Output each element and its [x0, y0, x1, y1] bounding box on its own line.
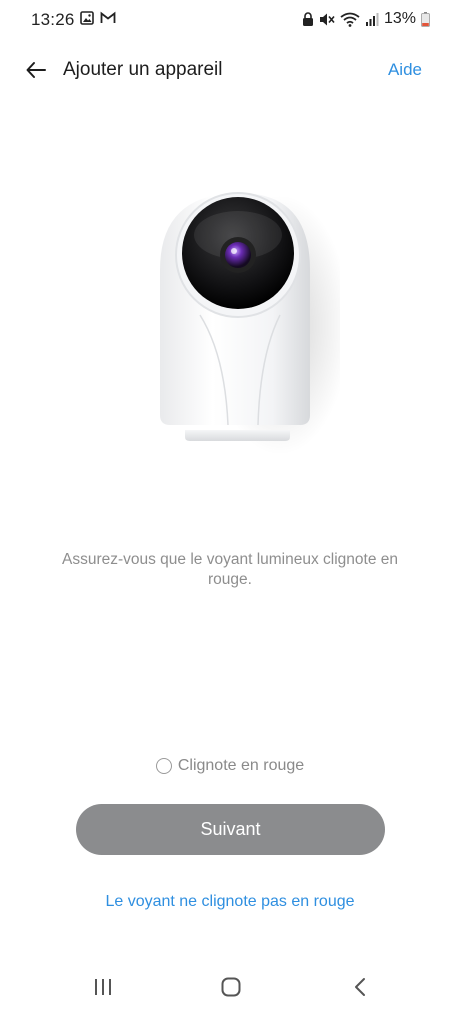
recent-apps-icon [95, 979, 111, 995]
back-button[interactable] [20, 54, 52, 86]
status-right-icons: 13% [302, 10, 430, 28]
instruction-text: Assurez-vous que le voyant lumineux clig… [61, 551, 399, 588]
status-left-icons [80, 11, 116, 25]
system-nav-bar [0, 962, 460, 1022]
mute-icon [319, 13, 335, 25]
gmail-icon [100, 11, 116, 23]
signal-icon [365, 12, 379, 26]
recent-apps-button[interactable] [92, 976, 114, 1003]
next-button[interactable]: Suivant [76, 804, 385, 855]
wifi-icon [340, 12, 360, 27]
page-title: Ajouter un appareil [63, 59, 223, 80]
blinking-red-checkbox[interactable]: Clignote en rouge [0, 757, 460, 775]
status-bar: 13:26 13% [0, 0, 460, 40]
arrow-left-icon [26, 62, 46, 78]
status-time: 13:26 [31, 10, 75, 29]
camera-illustration [130, 175, 350, 475]
battery-icon [421, 11, 430, 27]
image-icon [80, 11, 94, 25]
back-icon [355, 978, 365, 996]
not-blinking-link[interactable]: Le voyant ne clignote pas en rouge [0, 893, 460, 911]
security-camera-image [160, 192, 350, 455]
checkbox-label: Clignote en rouge [177, 757, 305, 774]
radio-circle-icon[interactable] [155, 758, 172, 774]
battery-percentage: 13% [383, 10, 416, 27]
home-icon [221, 977, 241, 997]
app-header: Ajouter un appareil Aide [0, 50, 460, 90]
help-link[interactable]: Aide [388, 60, 422, 80]
lock-icon [302, 11, 313, 26]
home-button[interactable] [220, 976, 242, 1003]
back-nav-button[interactable] [350, 976, 372, 1003]
